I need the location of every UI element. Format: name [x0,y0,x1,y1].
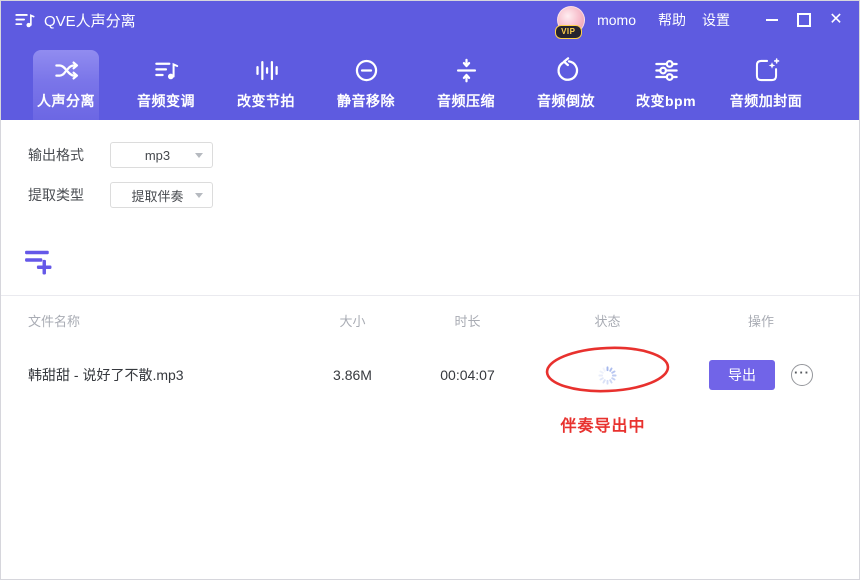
vip-badge: VIP [555,25,581,39]
row-actions: 导出 [690,360,860,390]
minus-circle-icon [353,57,380,84]
tab-label: 静音移除 [337,91,395,111]
settings-form: 输出格式 mp3 提取类型 提取伴奏 [0,120,860,281]
loading-spinner-icon [598,366,617,385]
app-logo-icon [14,9,36,31]
export-button[interactable]: 导出 [709,360,775,390]
tab-label: 改变bpm [636,91,696,111]
header-status: 状态 [525,311,690,330]
file-size: 3.86M [295,367,410,383]
extract-type-value: 提取伴奏 [131,186,183,205]
shuffle-icon [53,57,80,84]
tab-label: 人声分离 [37,91,95,111]
compress-icon [453,57,480,84]
extract-type-row: 提取类型 提取伴奏 [28,182,860,208]
chevron-down-icon [195,193,203,198]
app-brand: QVE人声分离 [14,9,136,31]
playlist-note-icon [153,57,180,84]
username[interactable]: momo [597,12,636,28]
sliders-icon [653,57,680,84]
red-annotation-text: 伴奏导出中 [518,412,688,436]
tab-change-beat[interactable]: 改变节拍 [216,50,316,120]
app-title: QVE人声分离 [44,10,136,31]
tab-label: 音频倒放 [537,91,595,111]
tab-label: 音频加封面 [730,91,803,111]
file-name: 韩甜甜 - 说好了不散.mp3 [0,365,295,385]
file-table: 文件名称 大小 时长 状态 操作 韩甜甜 - 说好了不散.mp3 3.86M 0… [0,295,860,406]
rotate-ccw-icon [553,57,580,84]
titlebar: QVE人声分离 VIP momo 帮助 设置 [0,0,860,40]
output-format-select[interactable]: mp3 [110,142,213,168]
minimize-button[interactable] [764,12,780,28]
tab-vocal-separation[interactable]: 人声分离 [16,50,116,120]
playlist-add-icon [24,247,54,275]
app-window: QVE人声分离 VIP momo 帮助 设置 [0,0,860,580]
output-format-label: 输出格式 [28,145,110,165]
tab-label: 改变节拍 [237,91,295,111]
add-files-button[interactable] [24,246,54,276]
header-size: 大小 [295,311,410,330]
extract-type-label: 提取类型 [28,185,110,205]
tab-silence-removal[interactable]: 静音移除 [316,50,416,120]
file-duration: 00:04:07 [410,367,525,383]
main-content: 输出格式 mp3 提取类型 提取伴奏 [0,120,860,406]
header-file-name: 文件名称 [0,311,295,330]
header-duration: 时长 [410,311,525,330]
output-format-row: 输出格式 mp3 [28,142,860,168]
equalizer-icon [253,57,280,84]
help-menu[interactable]: 帮助 [658,10,686,30]
nav-tabs: 人声分离 音频变调 改变节拍 [0,40,860,120]
chevron-down-icon [195,153,203,158]
user-avatar[interactable]: VIP [557,4,587,36]
close-button[interactable] [828,12,844,28]
table-header: 文件名称 大小 时长 状态 操作 [0,296,860,344]
tab-add-cover[interactable]: 音频加封面 [716,50,816,120]
tab-label: 音频变调 [137,91,195,111]
tab-change-bpm[interactable]: 改变bpm [616,50,716,120]
maximize-button[interactable] [796,12,812,28]
titlebar-right: VIP momo 帮助 设置 [557,4,844,36]
extract-type-select[interactable]: 提取伴奏 [110,182,213,208]
tab-audio-pitch[interactable]: 音频变调 [116,50,216,120]
table-row: 韩甜甜 - 说好了不散.mp3 3.86M 00:04:07 [0,344,860,406]
output-format-value: mp3 [145,148,170,163]
settings-menu[interactable]: 设置 [702,10,730,30]
tab-audio-compression[interactable]: 音频压缩 [416,50,516,120]
window-controls [764,12,844,28]
tab-label: 音频压缩 [437,91,495,111]
more-options-button[interactable] [791,364,813,386]
file-status [525,366,690,385]
add-cover-icon [753,57,780,84]
tab-audio-reverse[interactable]: 音频倒放 [516,50,616,120]
header-action: 操作 [690,311,860,330]
